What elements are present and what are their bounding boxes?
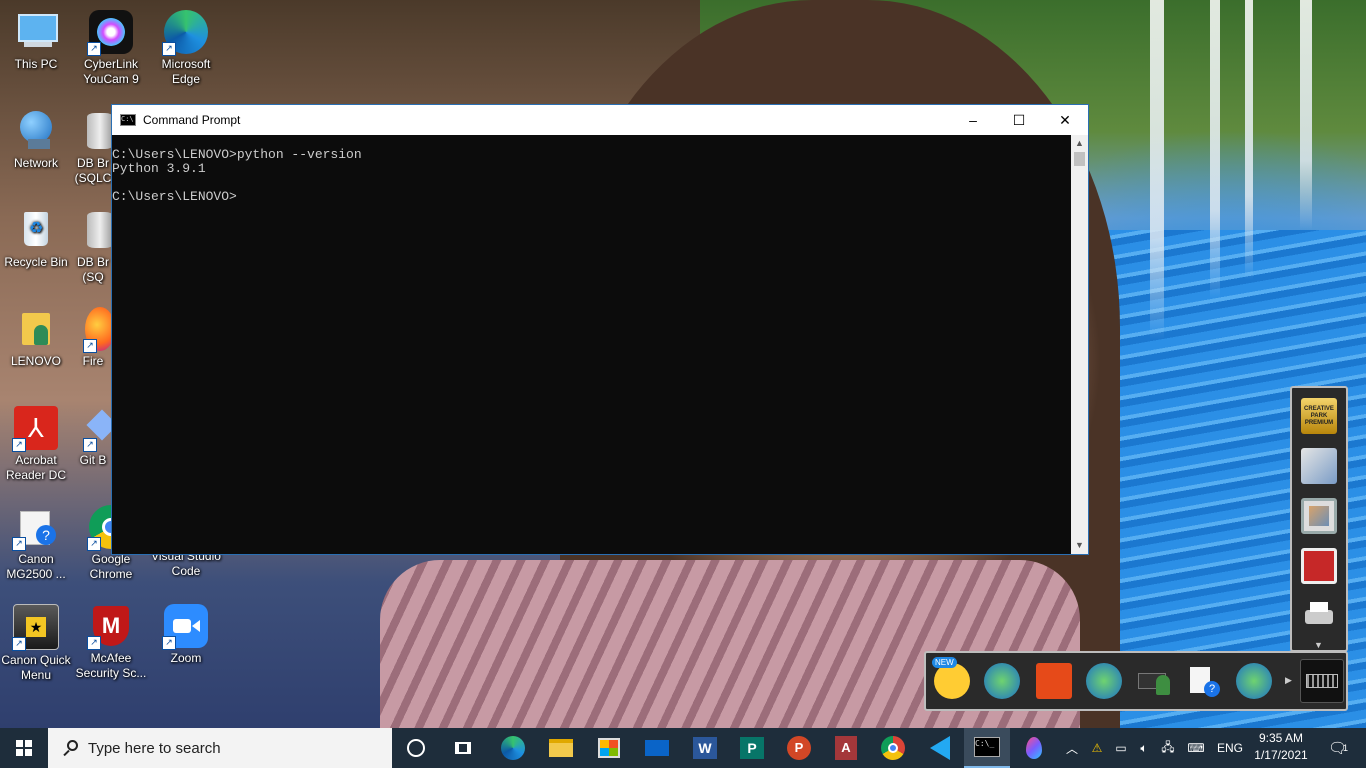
paint-icon[interactable] [1011, 728, 1057, 768]
git-icon: ↗ [83, 406, 113, 452]
dock-expand-down-icon[interactable]: ▼ [1314, 640, 1323, 650]
desktop-icon-zoom[interactable]: ↗ Zoom [148, 598, 224, 666]
scrollbar-thumb[interactable] [1074, 152, 1085, 166]
desktop-icon-canon-mg2500[interactable]: ? ↗ Canon MG2500 ... [0, 499, 74, 582]
network-tray-icon[interactable]: 🖧︎ [1157, 728, 1179, 768]
quick-menu-horizontal-dock: NEW ? ▶ [924, 651, 1348, 711]
clock-time: 9:35 AM [1258, 731, 1304, 745]
notification-count: 1 [1343, 743, 1349, 753]
user-folder-icon [14, 307, 58, 351]
battery-icon[interactable]: ▭ [1110, 728, 1132, 768]
console-output[interactable]: C:\Users\LENOVO>python --version Python 3… [112, 135, 1071, 554]
cortana-icon[interactable] [393, 728, 439, 768]
desktop-icon-db-browser-sqlcipher[interactable]: DB Br (SQLC [73, 103, 113, 186]
scroll-up-arrow-icon[interactable]: ▲ [1071, 135, 1088, 152]
desktop-icon-this-pc[interactable]: This PC [0, 4, 74, 72]
dock-expand-right-icon[interactable]: ▶ [1285, 675, 1292, 686]
minimize-button[interactable]: – [950, 105, 996, 135]
desktop-icon-edge[interactable]: ↗ Microsoft Edge [148, 4, 224, 87]
film-print-icon[interactable] [1301, 548, 1337, 584]
clock-date: 1/17/2021 [1254, 748, 1308, 762]
network-icon [14, 109, 58, 153]
scroll-down-arrow-icon[interactable]: ▼ [1071, 537, 1088, 554]
desktop-icon-canon-quick-menu[interactable]: ★ ↗ Canon Quick Menu [0, 598, 74, 683]
start-button[interactable] [0, 728, 48, 768]
window-titlebar[interactable]: C:\ Command Prompt – ☐ ✕ [112, 105, 1088, 135]
command-prompt-window[interactable]: C:\ Command Prompt – ☐ ✕ C:\Users\LENOVO… [111, 104, 1089, 555]
recycle-bin-icon: ♻ [14, 208, 58, 252]
computer-icon [14, 10, 58, 54]
language-indicator[interactable]: ENG [1212, 728, 1248, 768]
console-prompt-line: C:\Users\LENOVO> [112, 189, 237, 204]
canon-quick-menu-icon: ★ ↗ [12, 604, 59, 651]
shopping-cart-icon[interactable] [1086, 663, 1122, 699]
search-icon [62, 740, 78, 757]
printer-help-icon: ? ↗ [12, 505, 58, 551]
windows-icon [16, 740, 32, 756]
mcafee-icon: M ↗ [87, 604, 133, 650]
close-button[interactable]: ✕ [1042, 105, 1088, 135]
firefox-icon: ↗ [83, 307, 113, 353]
desktop-icon-network[interactable]: Network [0, 103, 74, 171]
database-icon [87, 208, 113, 252]
store-icon[interactable] [586, 728, 632, 768]
console-line: Python 3.9.1 [112, 161, 206, 176]
youcam-icon: ↗ [87, 10, 133, 56]
desktop-icon-firefox[interactable]: ↗ Fire [73, 301, 113, 369]
keyboard-icon[interactable] [1300, 659, 1344, 703]
word-icon[interactable]: W [682, 728, 728, 768]
desktop-icon-git-bash[interactable]: ↗ Git B [73, 400, 113, 468]
printer-icon[interactable] [1301, 598, 1337, 634]
console-line: C:\Users\LENOVO>python --version [112, 147, 362, 162]
printer-person-icon[interactable] [1136, 663, 1172, 699]
mail-icon[interactable] [634, 728, 680, 768]
taskbar-edge-icon[interactable] [490, 728, 536, 768]
taskbar-vscode-icon[interactable] [917, 728, 963, 768]
file-explorer-icon[interactable] [538, 728, 584, 768]
desktop-icon-mcafee[interactable]: M ↗ McAfee Security Sc... [73, 598, 149, 681]
creative-park-button[interactable]: CREATIVE PARK PREMIUM [1301, 398, 1337, 434]
photo-gallery-icon[interactable] [1301, 448, 1337, 484]
desktop-icon-lenovo-folder[interactable]: LENOVO [0, 301, 74, 369]
show-hidden-icons-chevron-icon[interactable]: ︿ [1062, 728, 1082, 768]
quick-menu-vertical-dock: CREATIVE PARK PREMIUM ▼ [1290, 386, 1348, 652]
touch-keyboard-icon[interactable]: ⌨︎ [1183, 728, 1209, 768]
web-help-icon[interactable] [1236, 663, 1272, 699]
photo-album-icon[interactable] [1036, 663, 1072, 699]
task-view-icon[interactable] [440, 728, 486, 768]
photo-print-icon[interactable] [1301, 498, 1337, 534]
acrobat-icon: ⅄ ↗ [12, 406, 58, 452]
cmd-icon: C:\ [120, 114, 136, 126]
volume-icon[interactable]: 🔈︎ [1133, 728, 1155, 768]
publisher-icon[interactable]: P [729, 728, 775, 768]
new-notice-icon[interactable]: NEW [932, 657, 970, 699]
desktop-icon-youcam[interactable]: ↗ CyberLink YouCam 9 [73, 4, 149, 87]
taskbar-clock[interactable]: 9:35 AM 1/17/2021 [1252, 730, 1310, 764]
taskbar-cmd-icon[interactable]: C:\_ [964, 728, 1010, 768]
vertical-scrollbar[interactable]: ▲ ▼ [1071, 135, 1088, 554]
desktop-icon-db-browser-sqlite[interactable]: DB Br (SQ [73, 202, 113, 285]
console-line: ​ [112, 176, 1071, 190]
powerpoint-icon[interactable]: P [776, 728, 822, 768]
taskbar: Type here to search W P P A C:\_ ︿ ⚠ ▭ 🔈… [0, 728, 1366, 768]
desktop-icon-acrobat[interactable]: ⅄ ↗ Acrobat Reader DC [0, 400, 74, 483]
access-icon[interactable]: A [823, 728, 869, 768]
search-placeholder: Type here to search [88, 739, 221, 757]
database-icon [87, 109, 113, 153]
window-title: Command Prompt [143, 113, 241, 127]
desktop-icon-recycle-bin[interactable]: ♻ Recycle Bin [0, 202, 74, 270]
notification-center-button[interactable]: 🗨︎ 1 [1318, 728, 1358, 768]
taskbar-search-box[interactable]: Type here to search [48, 728, 392, 768]
edge-icon: ↗ [162, 10, 208, 56]
taskbar-chrome-icon[interactable] [870, 728, 916, 768]
photo-info-icon[interactable] [984, 663, 1020, 699]
warning-icon[interactable]: ⚠ [1086, 728, 1108, 768]
maximize-button[interactable]: ☐ [996, 105, 1042, 135]
manual-help-icon[interactable]: ? [1186, 663, 1222, 699]
zoom-icon: ↗ [162, 604, 208, 650]
